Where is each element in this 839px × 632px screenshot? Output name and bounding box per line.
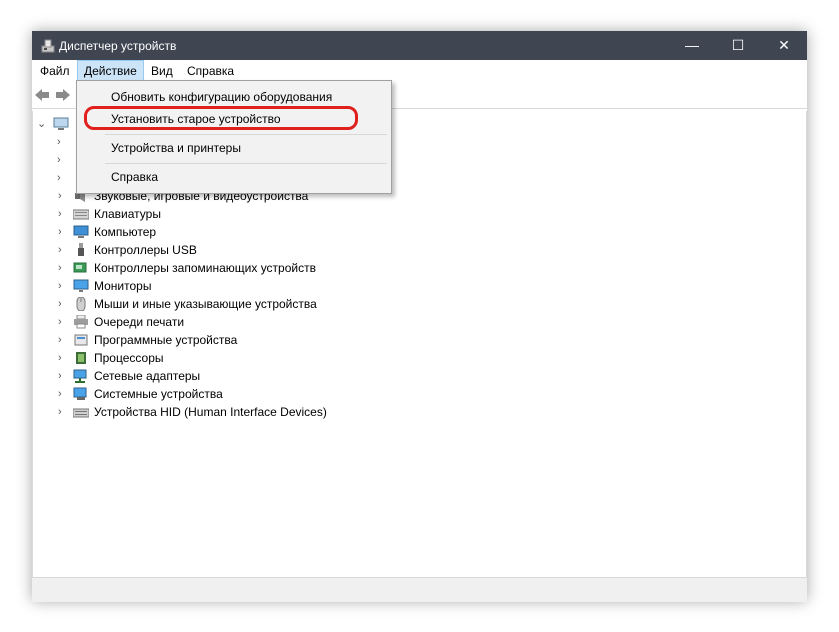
tree-row-label: Клавиатуры <box>94 207 161 221</box>
menu-update-hardware[interactable]: Обновить конфигурацию оборудования <box>111 87 332 107</box>
chevron-right-icon[interactable]: › <box>57 151 67 169</box>
back-arrow-icon[interactable] <box>34 88 50 102</box>
computer-root-icon <box>53 117 69 130</box>
tree-row-label: Программные устройства <box>94 333 238 347</box>
system-device-icon <box>73 387 87 400</box>
menu-help[interactable]: Справка <box>181 60 240 82</box>
keyboard-icon <box>73 209 89 220</box>
tree-row-label: Контроллеры USB <box>94 243 197 257</box>
device-manager-icon <box>41 39 55 53</box>
chevron-right-icon[interactable]: › <box>57 133 67 151</box>
red-highlight-annotation <box>84 106 358 130</box>
chevron-right-icon[interactable]: › <box>58 277 68 295</box>
tree-row-label: Процессоры <box>94 351 164 365</box>
tree-row[interactable]: › Мониторы <box>33 277 533 295</box>
chevron-right-icon[interactable]: › <box>58 223 68 241</box>
menu-file[interactable]: Файл <box>34 60 76 82</box>
storage-controller-icon <box>73 262 87 273</box>
chevron-right-icon[interactable]: › <box>58 241 68 259</box>
menu-separator <box>105 134 387 135</box>
chevron-right-icon[interactable]: › <box>58 385 68 403</box>
tree-row-label: Устройства HID (Human Interface Devices) <box>94 405 327 419</box>
window-title: Диспетчер устройств <box>59 39 177 53</box>
chevron-right-icon[interactable]: › <box>58 313 68 331</box>
menu-bar: Файл Действие Вид Справка <box>32 60 807 82</box>
menu-view[interactable]: Вид <box>145 60 179 82</box>
tree-row-hidden-1[interactable]: › <box>33 133 73 151</box>
tree-row[interactable]: › Компьютер <box>33 223 533 241</box>
tree-row[interactable]: › Контроллеры USB <box>33 241 533 259</box>
chevron-right-icon[interactable]: › <box>57 169 67 187</box>
network-adapter-icon <box>73 369 87 383</box>
forward-arrow-icon[interactable] <box>55 88 71 102</box>
software-device-icon <box>74 334 88 346</box>
chevron-right-icon[interactable]: › <box>58 295 68 313</box>
tree-row[interactable]: › Контроллеры запоминающих устройств <box>33 259 533 277</box>
tree-root[interactable]: ⌄ <box>33 115 73 133</box>
action-menu-dropdown: Обновить конфигурацию оборудования Устан… <box>76 80 392 194</box>
title-bar[interactable]: Диспетчер устройств — ☐ ✕ <box>32 31 807 60</box>
tree-row-label: Системные устройства <box>94 387 223 401</box>
menu-devices-and-printers[interactable]: Устройства и принтеры <box>111 138 241 158</box>
cpu-icon <box>76 352 86 364</box>
chevron-right-icon[interactable]: › <box>58 367 68 385</box>
menu-help-item[interactable]: Справка <box>111 167 158 187</box>
expanded-chevron-icon[interactable]: ⌄ <box>37 115 46 133</box>
tree-row-hidden-2[interactable]: › <box>33 151 73 169</box>
monitor-icon <box>73 279 89 292</box>
menu-separator <box>105 163 387 164</box>
chevron-right-icon[interactable]: › <box>58 259 68 277</box>
maximize-button[interactable]: ☐ <box>715 31 761 60</box>
tree-row-label: Мониторы <box>94 279 152 293</box>
tree-row-label: Сетевые адаптеры <box>94 369 201 383</box>
printer-icon <box>74 315 88 329</box>
minimize-button[interactable]: — <box>669 31 715 60</box>
hid-icon <box>73 408 89 418</box>
tree-row-label: Контроллеры запоминающих устройств <box>94 261 316 275</box>
chevron-right-icon[interactable]: › <box>58 205 68 223</box>
tree-row[interactable]: › Программные устройства <box>33 331 533 349</box>
tree-row[interactable]: › Мыши и иные указывающие устройства <box>33 295 533 313</box>
tree-row-hidden-3[interactable]: › <box>33 169 73 187</box>
chevron-right-icon[interactable]: › <box>58 403 68 421</box>
close-button[interactable]: ✕ <box>761 31 807 60</box>
tree-row[interactable]: › Процессоры <box>33 349 533 367</box>
tree-row[interactable]: › Сетевые адаптеры <box>33 367 533 385</box>
tree-row[interactable]: › Системные устройства <box>33 385 533 403</box>
tree-row[interactable]: › Клавиатуры <box>33 205 533 223</box>
chevron-right-icon[interactable]: › <box>58 349 68 367</box>
tree-row[interactable]: › Устройства HID (Human Interface Devices… <box>33 403 533 421</box>
chevron-right-icon[interactable]: › <box>58 187 68 205</box>
tree-row-label: Мыши и иные указывающие устройства <box>94 297 317 311</box>
menu-action[interactable]: Действие <box>77 60 144 82</box>
status-bar <box>32 577 807 602</box>
mouse-icon <box>76 297 86 311</box>
computer-icon <box>73 225 89 238</box>
chevron-right-icon[interactable]: › <box>58 331 68 349</box>
tree-row-label: Компьютер <box>94 225 157 239</box>
usb-icon <box>78 243 84 256</box>
tree-row[interactable]: › Очереди печати <box>33 313 533 331</box>
tree-row-label: Очереди печати <box>94 315 185 329</box>
